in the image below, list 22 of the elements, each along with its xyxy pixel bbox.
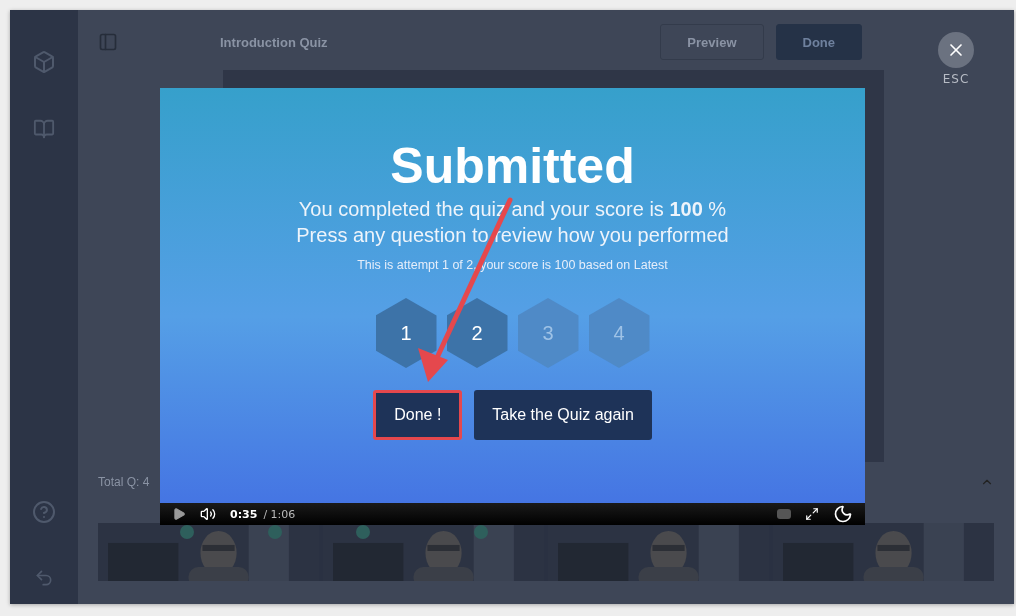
preview-button[interactable]: Preview <box>660 24 764 60</box>
done-button[interactable]: Done <box>775 24 862 60</box>
close-button[interactable] <box>938 32 974 68</box>
done-button[interactable]: Done ! <box>373 390 463 440</box>
current-time: 0:35 <box>230 507 258 521</box>
captions-icon[interactable] <box>777 509 791 519</box>
panel-icon[interactable] <box>98 32 118 52</box>
moon-icon[interactable] <box>833 504 853 524</box>
duration: / 1:06 <box>263 507 296 521</box>
fullscreen-icon[interactable] <box>805 507 819 521</box>
retake-button[interactable]: Take the Quiz again <box>474 390 652 440</box>
quiz-title: Introduction Quiz <box>220 34 329 50</box>
cube-icon[interactable] <box>32 50 56 74</box>
review-instruction: Press any question to review how you performed <box>296 223 729 248</box>
result-title: Submitted <box>390 137 635 196</box>
question-total: Total Q: 4 <box>98 475 151 489</box>
esc-label: ESC <box>942 72 970 86</box>
volume-icon[interactable] <box>200 506 216 522</box>
back-icon[interactable] <box>34 568 54 588</box>
book-icon[interactable] <box>33 118 55 140</box>
play-icon[interactable] <box>172 507 186 521</box>
help-icon[interactable] <box>32 500 56 524</box>
